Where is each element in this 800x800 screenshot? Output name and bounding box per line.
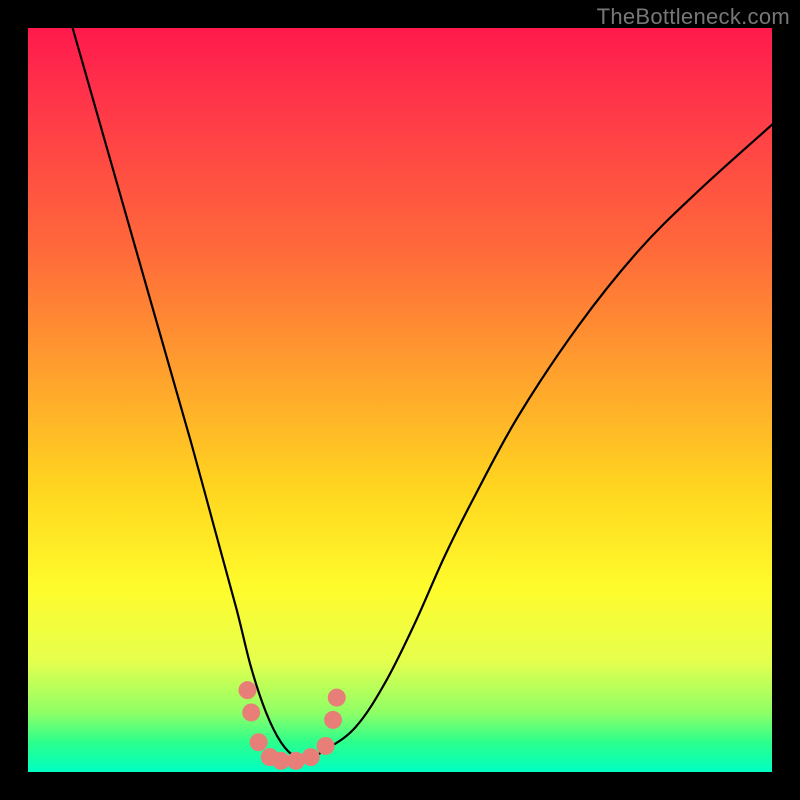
curve-marker	[250, 733, 268, 751]
curve-marker	[242, 703, 260, 721]
curve-marker	[238, 681, 256, 699]
curve-markers	[238, 681, 345, 770]
curve-marker	[317, 737, 335, 755]
curve-marker	[324, 711, 342, 729]
chart-svg	[28, 28, 772, 772]
curve-marker	[302, 748, 320, 766]
chart-plot-area	[28, 28, 772, 772]
watermark-text: TheBottleneck.com	[597, 4, 790, 30]
chart-frame: TheBottleneck.com	[0, 0, 800, 800]
curve-marker	[328, 689, 346, 707]
bottleneck-curve	[73, 28, 772, 759]
